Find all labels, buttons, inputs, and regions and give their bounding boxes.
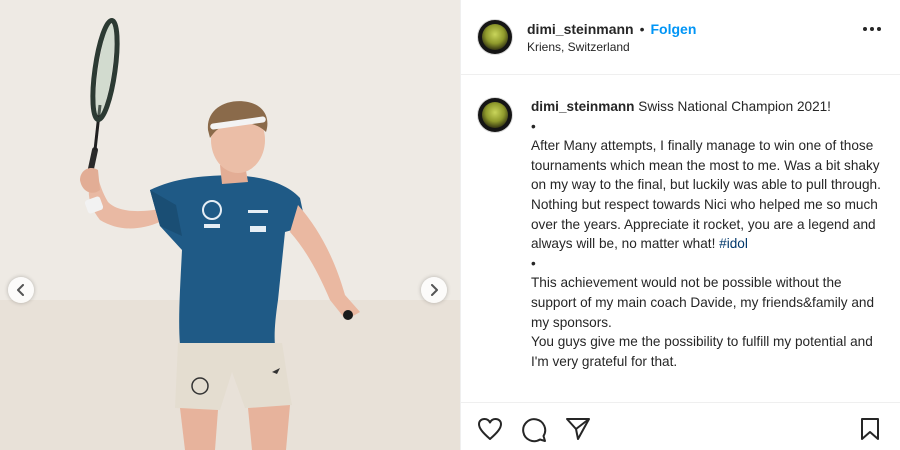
location-link[interactable]: Kriens, Switzerland: [527, 40, 696, 54]
squash-player-photo: [0, 0, 460, 450]
caption-bullet: •: [531, 118, 536, 134]
post-media[interactable]: [0, 0, 460, 450]
action-bar: [461, 402, 900, 450]
comment-icon: [522, 418, 547, 443]
previous-image-button[interactable]: [8, 277, 34, 303]
more-options-icon[interactable]: [863, 27, 881, 31]
chevron-right-icon: [431, 284, 438, 296]
caption: dimi_steinmann Swiss National Champion 2…: [477, 97, 895, 371]
next-image-button[interactable]: [421, 277, 447, 303]
instagram-post: dimi_steinmann • Folgen Kriens, Switzerl…: [0, 0, 900, 450]
caption-username[interactable]: dimi_steinmann: [531, 99, 635, 114]
post-header: dimi_steinmann • Folgen Kriens, Switzerl…: [461, 0, 900, 75]
caption-paragraph: After Many attempts, I finally manage to…: [531, 138, 881, 252]
follow-button[interactable]: Folgen: [651, 21, 697, 37]
header-username[interactable]: dimi_steinmann: [527, 21, 634, 37]
save-button[interactable]: [859, 417, 881, 446]
like-button[interactable]: [477, 417, 503, 446]
caption-paragraph: You guys give me the possibility to fulf…: [531, 334, 873, 369]
caption-bullet: •: [531, 255, 536, 271]
caption-text: dimi_steinmann Swiss National Champion 2…: [531, 97, 886, 371]
separator-dot: •: [639, 20, 645, 37]
hashtag-link[interactable]: #idol: [719, 236, 748, 251]
avatar[interactable]: [477, 19, 513, 55]
post-side-panel: dimi_steinmann • Folgen Kriens, Switzerl…: [460, 0, 900, 450]
comment-button[interactable]: [521, 417, 547, 448]
heart-icon: [478, 418, 502, 440]
caption-paragraph: This achievement would not be possible w…: [531, 275, 875, 330]
share-button[interactable]: [565, 417, 591, 446]
caption-line-title: Swiss National Champion 2021!: [638, 99, 831, 114]
caption-avatar[interactable]: [477, 97, 513, 133]
chevron-left-icon: [17, 284, 24, 296]
bookmark-icon: [861, 418, 879, 440]
share-icon: [566, 418, 590, 440]
